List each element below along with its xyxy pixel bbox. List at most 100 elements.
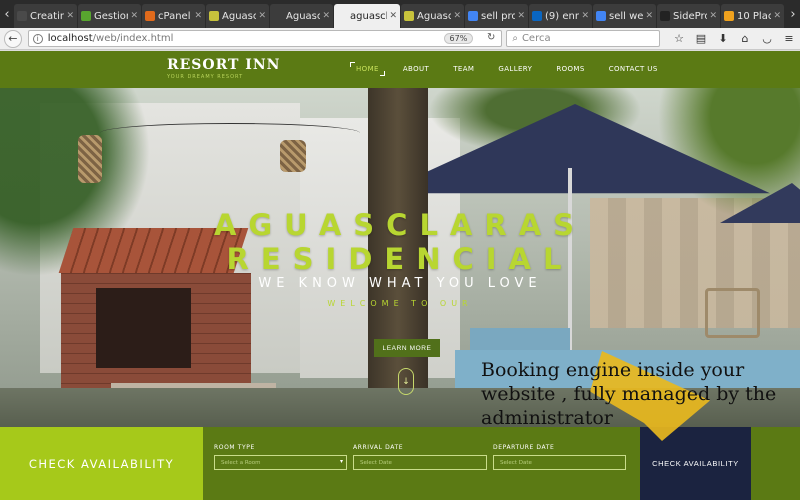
tab-favicon-icon (273, 11, 283, 21)
tab-title: aguasclar (350, 10, 387, 22)
hero-title-line1: AGUASCLARAS (213, 208, 587, 242)
tab-title: Aguasclara (286, 10, 321, 22)
departure-date-label: DEPARTURE DATE (493, 444, 555, 451)
tab-title: Aguascl (222, 10, 257, 22)
close-icon[interactable]: ✕ (517, 11, 525, 21)
search-input[interactable]: ⌕ Cerca (506, 30, 660, 47)
room-type-select[interactable]: Select a Room ▾ (214, 455, 347, 470)
annotation-text: Booking engine inside your website , ful… (481, 359, 777, 429)
menu-item-gallery[interactable]: GALLERY (498, 65, 532, 73)
hero-photo-lights (100, 123, 360, 143)
bookmark-star-icon[interactable]: ☆ (668, 32, 690, 45)
tab-title: sell web (609, 10, 644, 22)
browser-tab[interactable]: Aguasclara✕ (270, 4, 333, 28)
tab-favicon-icon (337, 11, 347, 21)
departure-date-input[interactable]: Select Date (493, 455, 626, 470)
room-type-placeholder: Select a Room (221, 459, 261, 466)
booking-bar: CHECK AVAILABILITY ROOM TYPE Select a Ro… (0, 427, 800, 500)
menu-icon[interactable]: ≡ (778, 32, 800, 45)
close-icon[interactable]: ✕ (194, 11, 202, 21)
tab-title: SideProj (673, 10, 708, 22)
browser-tab[interactable]: aguasclar✕ (334, 4, 400, 28)
departure-date-field: DEPARTURE DATE Select Date (493, 444, 626, 470)
reload-icon[interactable]: ↻ (487, 32, 495, 43)
menu-item-home[interactable]: HOME (350, 62, 385, 76)
browser-tab[interactable]: sell proj✕ (465, 4, 528, 28)
close-icon[interactable]: ✕ (322, 11, 330, 21)
tabs-scroll-right-icon[interactable]: › (786, 0, 800, 28)
zoom-indicator[interactable]: 67% (443, 33, 474, 44)
site-header: RESORT INN YOUR DREAMY RESORT HOME ABOUT T… (0, 51, 800, 88)
close-icon[interactable]: ✕ (581, 11, 589, 21)
logo-title: RESORT INN (167, 57, 281, 73)
search-placeholder: Cerca (521, 33, 551, 44)
hero-title-line2: RESIDENCIAL (226, 242, 574, 276)
tabs-scroll-left-icon[interactable]: ‹ (0, 0, 14, 28)
tab-title: Aguascl (417, 10, 452, 22)
close-icon[interactable]: ✕ (709, 11, 717, 21)
browser-tab[interactable]: sell web✕ (593, 4, 656, 28)
arrival-date-label: ARRIVAL DATE (353, 444, 404, 451)
close-icon[interactable]: ✕ (453, 11, 461, 21)
info-icon[interactable]: i (32, 33, 43, 44)
check-availability-button[interactable]: CHECK AVAILABILITY (640, 427, 751, 500)
main-menu: HOME ABOUT TEAM GALLERY ROOMS CONTACT US (350, 62, 682, 76)
url-path: /web/index.html (92, 33, 174, 44)
departure-date-placeholder: Select Date (500, 459, 532, 466)
menu-item-about[interactable]: ABOUT (403, 65, 429, 73)
tab-title: sell proj (481, 10, 516, 22)
scroll-down-icon[interactable]: ↓ (398, 368, 414, 395)
menu-item-team[interactable]: TEAM (453, 65, 474, 73)
hero-photo-chair (705, 288, 760, 338)
browser-tab[interactable]: Aguascl✕ (401, 4, 464, 28)
menu-item-contact-us[interactable]: CONTACT US (609, 65, 658, 73)
close-icon[interactable]: ✕ (130, 11, 138, 21)
download-icon[interactable]: ⬇ (712, 32, 734, 45)
tab-title: 10 Place (737, 10, 772, 22)
room-type-field: ROOM TYPE Select a Room ▾ (214, 444, 347, 470)
tab-title: (9) enric (545, 10, 579, 22)
tab-favicon-icon (532, 11, 542, 21)
tab-favicon-icon (724, 11, 734, 21)
address-bar[interactable]: i localhost/web/index.html 67% ↻ (27, 30, 503, 47)
resort-website: RESORT INN YOUR DREAMY RESORT HOME ABOUT T… (0, 51, 800, 500)
hero-subtitle: WE KNOW WHAT YOU LOVE (258, 276, 542, 291)
search-icon: ⌕ (512, 33, 518, 44)
room-type-label: ROOM TYPE (214, 444, 255, 451)
back-button[interactable]: ← (4, 29, 22, 48)
tab-favicon-icon (17, 11, 27, 21)
browser-tab[interactable]: Creating✕ (14, 4, 77, 28)
learn-more-button[interactable]: LEARN MORE (374, 339, 440, 357)
home-icon[interactable]: ⌂ (734, 32, 756, 45)
close-icon[interactable]: ✕ (389, 11, 397, 21)
close-icon[interactable]: ✕ (258, 11, 266, 21)
browser-tab[interactable]: 10 Place✕ (721, 4, 784, 28)
arrival-date-input[interactable]: Select Date (353, 455, 487, 470)
tab-title: Creating (30, 10, 65, 22)
site-logo[interactable]: RESORT INN YOUR DREAMY RESORT (167, 57, 280, 80)
browser-tab[interactable]: Gestione✕ (78, 4, 141, 28)
browser-tab[interactable]: SideProj✕ (657, 4, 720, 28)
hero-photo-lantern (78, 135, 102, 183)
tab-favicon-icon (145, 11, 155, 21)
tab-favicon-icon (81, 11, 91, 21)
close-icon[interactable]: ✕ (645, 11, 653, 21)
close-icon[interactable]: ✕ (773, 11, 781, 21)
url-host: localhost (47, 33, 93, 44)
tab-title: Gestione (94, 10, 128, 22)
tab-favicon-icon (209, 11, 219, 21)
logo-tagline: YOUR DREAMY RESORT (167, 74, 244, 80)
browser-tab[interactable]: (9) enric✕ (529, 4, 592, 28)
hero-photo-lantern (280, 140, 306, 172)
tab-favicon-icon (468, 11, 478, 21)
reading-list-icon[interactable]: ▤ (690, 32, 712, 45)
tab-favicon-icon (596, 11, 606, 21)
close-icon[interactable]: ✕ (66, 11, 74, 21)
browser-tab[interactable]: cPanel -✕ (142, 4, 205, 28)
tab-title: cPanel - (158, 10, 192, 22)
hero-welcome: WELCOME TO OUR (327, 299, 473, 308)
browser-tab[interactable]: Aguascl✕ (206, 4, 269, 28)
pocket-icon[interactable]: ◡ (756, 32, 778, 45)
chevron-down-icon: ▾ (339, 458, 343, 465)
menu-item-rooms[interactable]: ROOMS (556, 65, 584, 73)
